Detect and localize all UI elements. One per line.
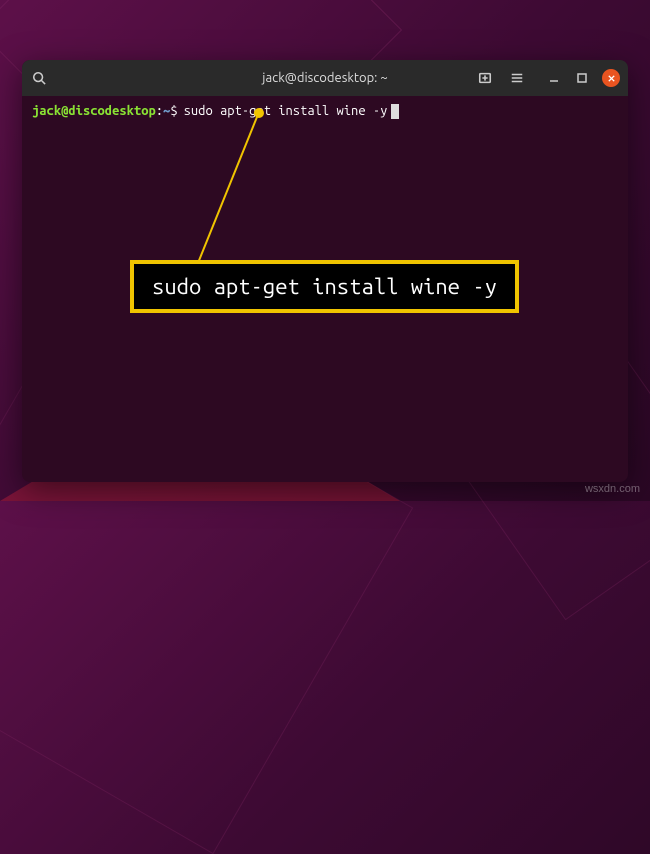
window-title: jack@discodesktop: ~ bbox=[262, 71, 387, 85]
minimize-button[interactable] bbox=[546, 70, 562, 86]
callout-highlight-box: sudo apt-get install wine -y bbox=[130, 260, 519, 313]
cursor-icon bbox=[391, 104, 399, 119]
prompt-user-host: jack@discodesktop bbox=[32, 102, 156, 122]
prompt-symbol: $ bbox=[170, 102, 177, 122]
hamburger-menu-icon[interactable] bbox=[508, 69, 526, 87]
prompt-colon: : bbox=[156, 102, 163, 122]
callout-anchor-dot bbox=[254, 108, 264, 118]
command-text: sudo apt-get install wine -y bbox=[184, 102, 388, 122]
watermark-text: wsxdn.com bbox=[585, 483, 640, 495]
close-button[interactable] bbox=[602, 69, 620, 87]
prompt-line: jack@discodesktop:~$ sudo apt-get instal… bbox=[32, 102, 618, 122]
new-tab-icon[interactable] bbox=[476, 69, 494, 87]
callout-text: sudo apt-get install wine -y bbox=[152, 274, 497, 299]
maximize-button[interactable] bbox=[574, 70, 590, 86]
prompt-path: ~ bbox=[163, 102, 170, 122]
window-titlebar: jack@discodesktop: ~ bbox=[22, 60, 628, 96]
search-icon[interactable] bbox=[30, 69, 48, 87]
